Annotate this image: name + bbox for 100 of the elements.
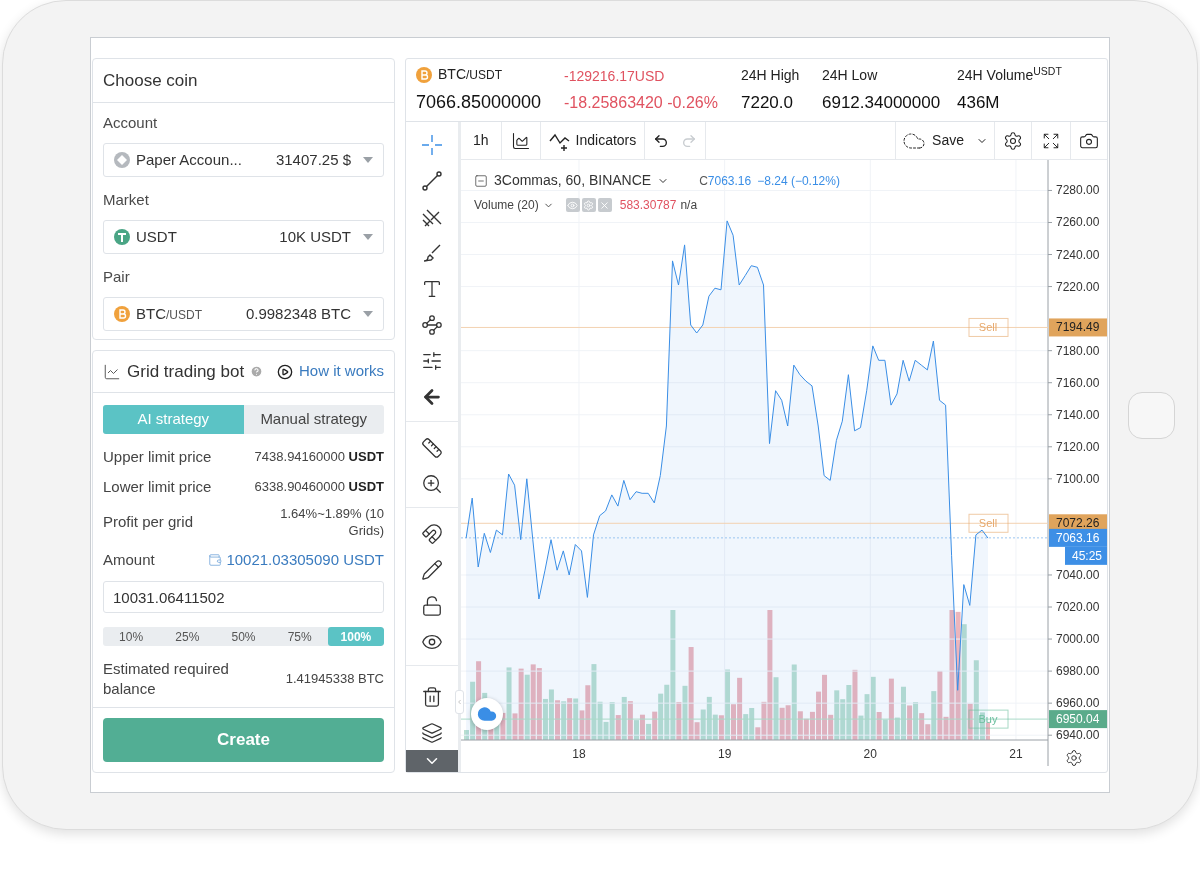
undo-icon[interactable]: [653, 132, 670, 149]
ref-line-label: 7072.26: [1056, 516, 1100, 531]
percent-button[interactable]: 10%: [103, 627, 160, 646]
symbol-title: 3Commas, 60, BINANCE: [494, 171, 652, 190]
volume-title: Volume (20): [474, 197, 539, 214]
chart-type-icon[interactable]: [510, 130, 531, 151]
row-value: 1.64%~1.89% (10 Grids): [279, 505, 384, 539]
change-value: −8.24 (−0.12%): [757, 172, 840, 190]
change-value: -18.25863420 -0.26%: [564, 92, 719, 113]
change-usd: -129216.17USD: [564, 66, 666, 86]
stat-value: 6912.34000000: [822, 91, 942, 114]
last-price: 7066.85000000: [416, 91, 543, 114]
caret-icon: [363, 234, 373, 240]
brush-icon: [421, 242, 443, 264]
chart-icon: [103, 362, 121, 381]
settings-icon[interactable]: [1065, 749, 1083, 767]
waypoints-icon: [421, 314, 443, 336]
axis-label: 20: [863, 747, 877, 761]
row-label: Lower limit price: [103, 476, 212, 497]
ruler-icon: [421, 437, 443, 459]
close-value: C7063.16: [699, 172, 752, 190]
axis-label: 7220.00: [1056, 279, 1100, 294]
collapse-handle[interactable]: [455, 690, 464, 714]
axis-label: 19: [717, 747, 732, 761]
field-label: Pair: [103, 267, 131, 287]
fullscreen-icon[interactable]: [1042, 131, 1060, 150]
crosshair-icon: [421, 134, 443, 156]
axis-label: 7040.00: [1056, 567, 1100, 582]
line-tool-icon: [421, 170, 443, 192]
axis-label: 7000.00: [1056, 632, 1100, 647]
row-label: Estimated required balance: [103, 658, 230, 699]
axis-label: 7020.00: [1056, 600, 1100, 614]
row-label: Profit per grid: [103, 511, 194, 532]
coin-icon: [114, 229, 130, 245]
volume-extra: n/a: [680, 197, 698, 214]
row-label: Amount: [103, 549, 155, 570]
axis-label: 7280.00: [1056, 183, 1100, 198]
stat-label: 24H Volume$^{USDT}$: [957, 64, 1063, 85]
axis-label: 7100.00: [1056, 471, 1100, 486]
axis-label: 7240.00: [1056, 247, 1100, 262]
caret-icon: [363, 311, 373, 317]
axis-label: 7260.00: [1056, 215, 1100, 230]
ref-line-label: 7063.16: [1056, 530, 1100, 545]
play-icon: [277, 363, 293, 380]
select-field[interactable]: USDT 10K USDT: [103, 220, 384, 254]
percent-button[interactable]: 25%: [159, 627, 216, 646]
coin-icon: [114, 306, 130, 322]
collapse-icon[interactable]: [474, 173, 488, 188]
coin-icon: [416, 66, 432, 83]
row-value: 1.41945338 BTC: [285, 669, 384, 688]
cloud-icon: [477, 704, 497, 724]
card-title: Grid trading bot: [127, 360, 245, 383]
stat-value: 7220.0: [741, 91, 794, 114]
available-balance-link[interactable]: 10021.03305090 USDT: [226, 548, 384, 572]
pencil-icon: [421, 559, 443, 581]
axis-label: 7160.00: [1056, 375, 1100, 390]
caret-icon: [363, 157, 373, 163]
layers-icon: [421, 722, 443, 744]
card-title: Choose coin: [103, 69, 198, 92]
text-icon: [421, 278, 443, 300]
field-label: Account: [103, 113, 159, 133]
pair-name: BTC/USDT: [438, 65, 502, 84]
wallet-icon: [208, 553, 223, 567]
stat-label: 24H Low: [822, 65, 879, 85]
how-it-works-link[interactable]: How it works: [299, 360, 384, 383]
indicators-button[interactable]: Indicators: [540, 122, 646, 159]
percent-button[interactable]: 50%: [215, 627, 272, 646]
percent-button[interactable]: 75%: [271, 627, 328, 646]
ref-line-label: 7194.49: [1056, 320, 1100, 335]
select-field[interactable]: Paper Accoun... 31407.25 $: [103, 143, 384, 177]
row-value: 7438.94160000 USDT: [254, 448, 384, 467]
axis-label: 7180.00: [1056, 343, 1100, 358]
interval-button[interactable]: 1h: [461, 122, 502, 159]
volume-value: 583.30787: [619, 197, 677, 214]
lock-open-icon: [421, 595, 443, 617]
zoom-in-icon: [421, 473, 443, 495]
magnet-icon: [421, 523, 443, 545]
select-field[interactable]: BTC/USDT 0.9982348 BTC: [103, 297, 384, 331]
stat-value: 436M: [957, 91, 1001, 114]
axis-label: 6960.00: [1056, 696, 1100, 711]
price-badge: 7194.49: [1049, 318, 1107, 337]
axis-label: 6980.00: [1056, 664, 1100, 679]
amount-input[interactable]: 10031.06411502: [103, 581, 384, 613]
stat-label: 24H High: [741, 65, 801, 85]
coin-icon: [114, 152, 130, 168]
ref-line-label: 6950.04: [1056, 712, 1100, 727]
field-label: Market: [103, 190, 150, 210]
axis-label: 7120.00: [1056, 439, 1100, 454]
price-badge: 6950.04: [1049, 710, 1107, 729]
strategy-tab[interactable]: Manual strategy: [243, 405, 384, 434]
sliders-icon: [421, 350, 443, 372]
row-value: 6338.90460000 USDT: [254, 478, 384, 497]
settings-icon[interactable]: [1003, 130, 1023, 151]
row-label: Upper limit price: [103, 446, 212, 467]
axis-label: 21: [1009, 747, 1023, 761]
save-button[interactable]: Save: [895, 122, 995, 159]
axis-label: 18: [572, 747, 586, 761]
axis-label: 7140.00: [1056, 407, 1100, 422]
axis-label: 6940.00: [1056, 728, 1100, 743]
trash-icon: [421, 686, 443, 708]
